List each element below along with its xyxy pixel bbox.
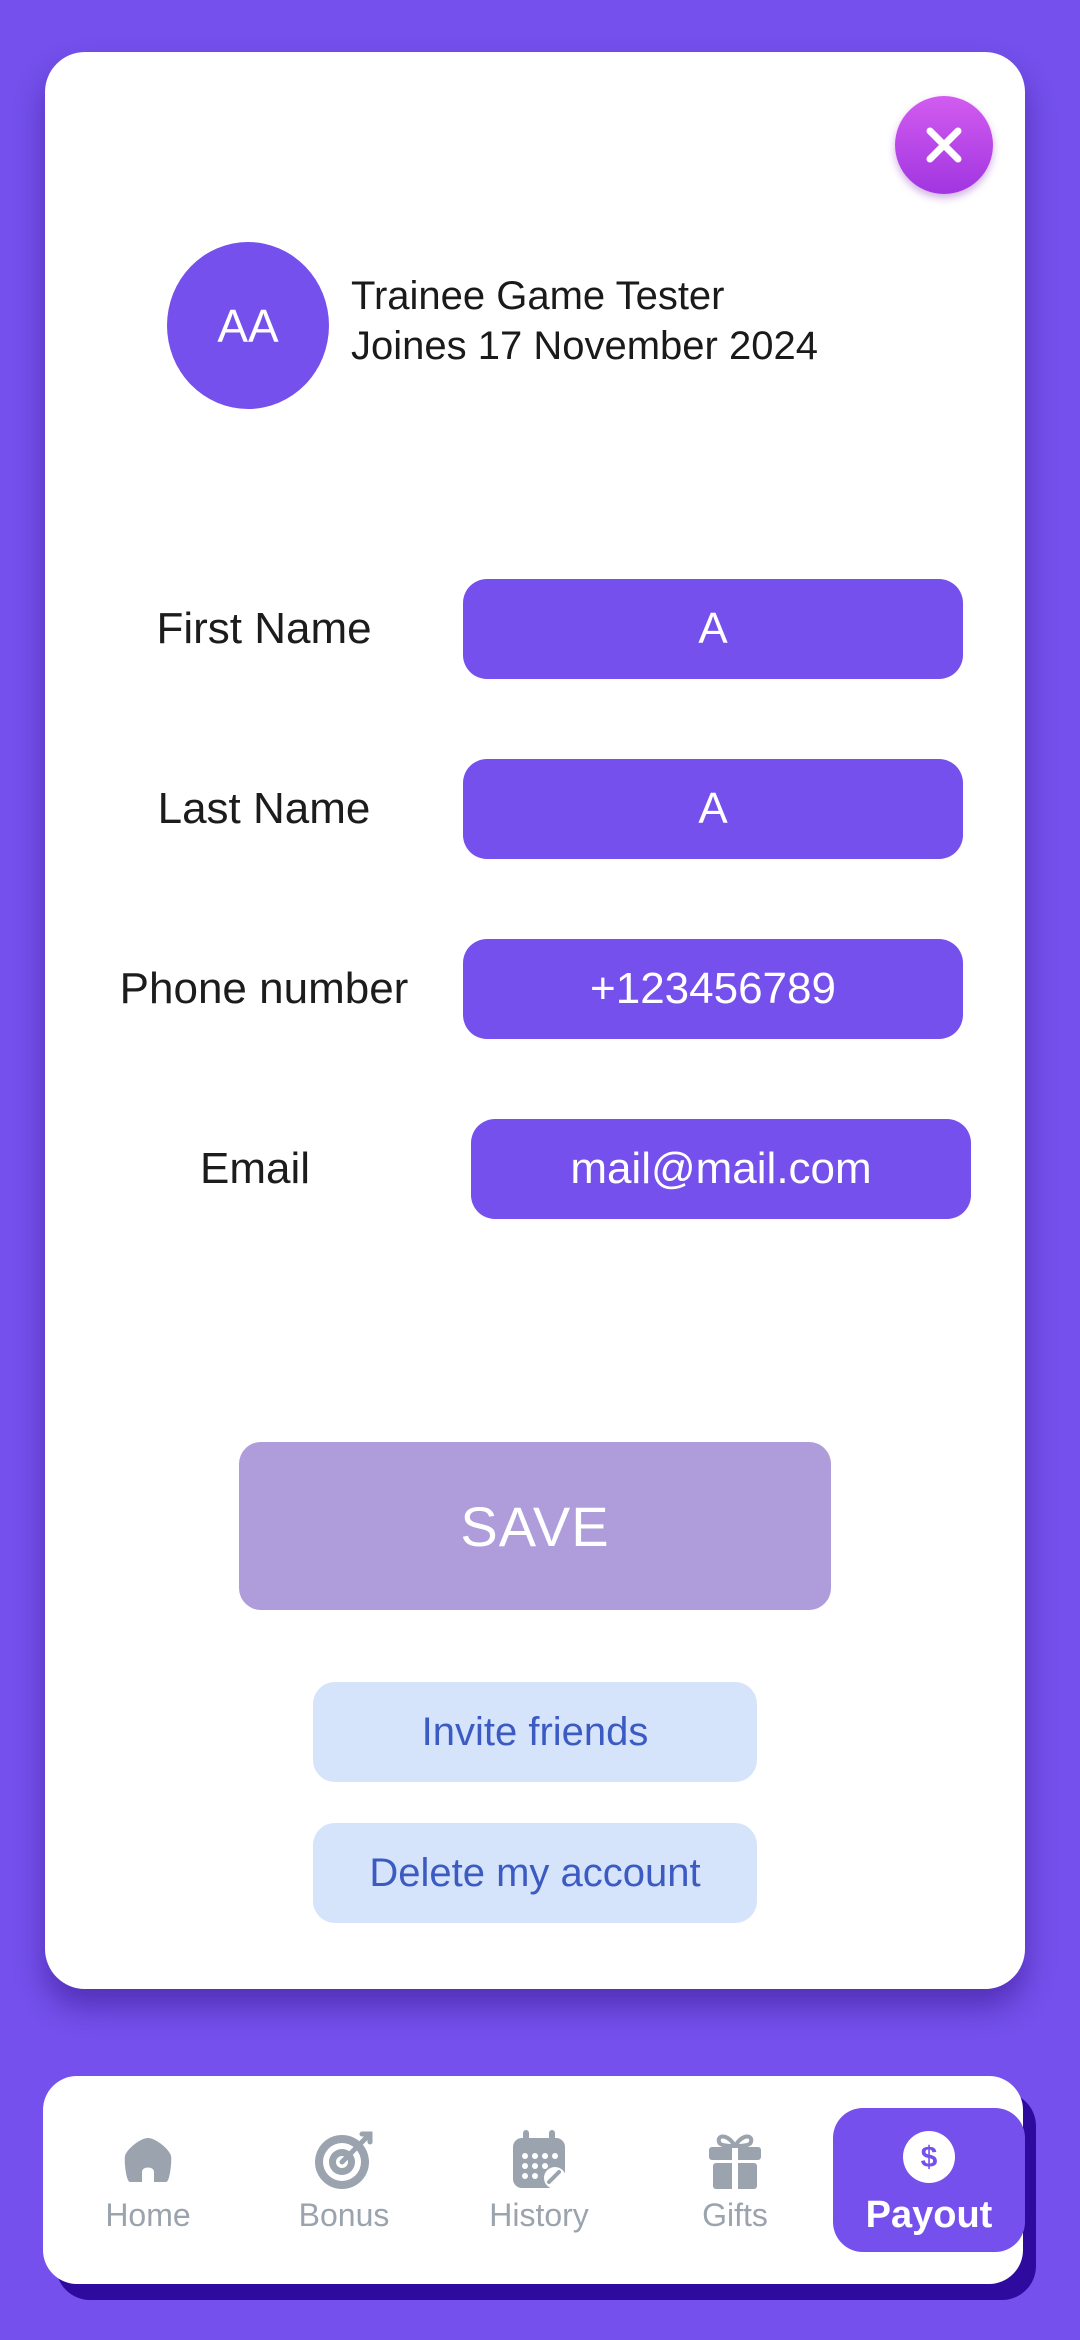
invite-friends-button[interactable]: Invite friends (313, 1682, 757, 1782)
profile-card: AA Trainee Game Tester Joines 17 Novembe… (45, 52, 1025, 1989)
first-name-label: First Name (156, 604, 372, 653)
save-button[interactable]: SAVE (239, 1442, 831, 1610)
nav-item-payout[interactable]: $ Payout (833, 2108, 1025, 2252)
delete-account-button[interactable]: Delete my account (313, 1823, 757, 1923)
last-name-label: Last Name (157, 784, 371, 833)
gift-icon (700, 2127, 770, 2193)
nav-item-label: History (489, 2196, 589, 2233)
close-button[interactable] (895, 96, 993, 194)
first-name-field[interactable]: A (463, 579, 963, 679)
email-field[interactable]: mail@mail.com (471, 1119, 971, 1219)
nav-item-history[interactable]: History (449, 2076, 629, 2284)
nav-item-gifts[interactable]: Gifts (645, 2076, 825, 2284)
avatar: AA (167, 242, 329, 409)
nav-item-label: Payout (865, 2193, 993, 2236)
svg-text:$: $ (921, 2141, 938, 2174)
nav-item-home[interactable]: Home (58, 2076, 238, 2284)
calendar-icon (504, 2127, 574, 2193)
home-icon (113, 2127, 183, 2193)
dollar-icon: $ (894, 2124, 964, 2190)
bottom-navbar: Home Bonus History Gifts $ Payout (43, 2076, 1025, 2284)
nav-item-bonus[interactable]: Bonus (254, 2076, 434, 2284)
close-icon (926, 127, 962, 163)
nav-item-label: Bonus (298, 2196, 390, 2233)
avatar-initials: AA (217, 299, 279, 352)
profile-title: Trainee Game Tester (351, 274, 725, 318)
target-icon (309, 2127, 379, 2193)
phone-label: Phone number (119, 964, 409, 1013)
profile-joined-date: Joines 17 November 2024 (351, 324, 818, 368)
last-name-field[interactable]: A (463, 759, 963, 859)
phone-field[interactable]: +123456789 (463, 939, 963, 1039)
nav-item-label: Gifts (702, 2196, 768, 2233)
nav-item-label: Home (105, 2196, 191, 2233)
email-label: Email (199, 1144, 311, 1193)
